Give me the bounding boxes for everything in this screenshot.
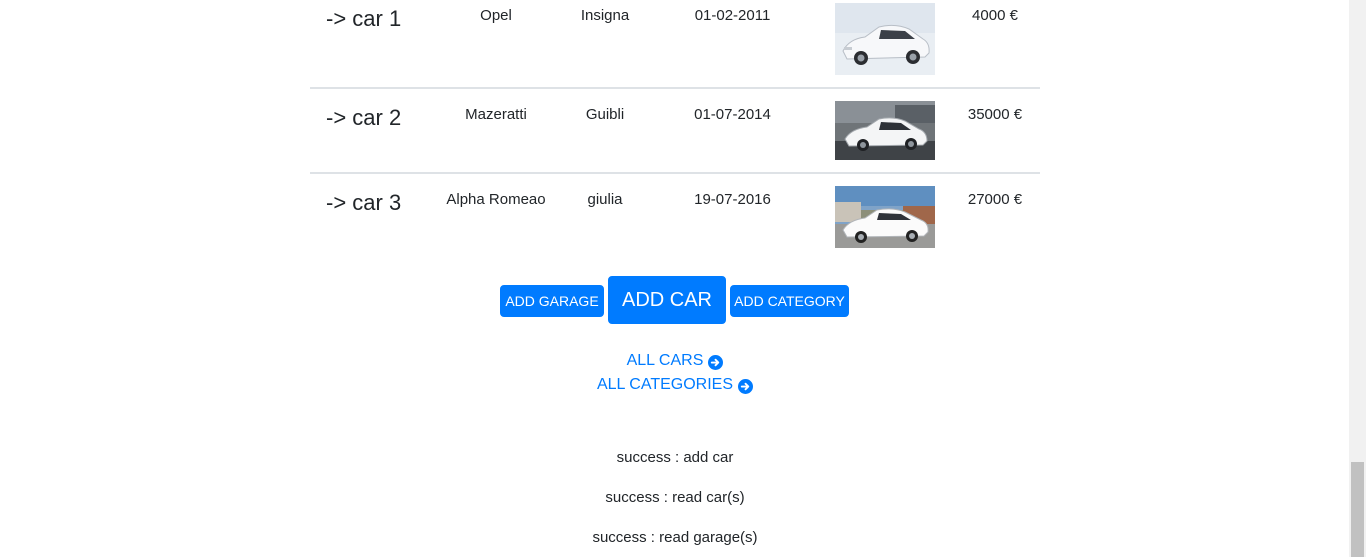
car-image	[835, 3, 935, 75]
table-row: -> car 2 Mazeratti Guibli 01-07-2014 350…	[310, 88, 1040, 174]
car-date: 01-07-2014	[694, 106, 771, 123]
arrow-circle-right-icon	[708, 354, 724, 370]
car-make: Opel	[480, 7, 512, 24]
car-date: 01-02-2011	[694, 7, 771, 24]
status-message: success : add car	[616, 449, 734, 466]
table-row: -> car 1 Opel Insigna 01-02-2011 4000 €	[310, 0, 1040, 89]
all-cars-link-row: ALL CARS	[0, 349, 1350, 373]
arrow-circle-right-icon	[738, 378, 754, 394]
table-row: -> car 3 Alpha Romeao giulia 19-07-2016 …	[310, 173, 1040, 257]
car-make: Mazeratti	[465, 106, 527, 123]
status-message: success : read garage(s)	[592, 529, 758, 546]
car-label: -> car 1	[326, 6, 402, 31]
status-message: success : read car(s)	[605, 489, 745, 506]
car-label: -> car 3	[326, 190, 402, 215]
car-price: 4000 €	[972, 7, 1018, 24]
car-image	[835, 101, 935, 160]
car-model: giulia	[587, 191, 623, 208]
add-category-button[interactable]: ADD CATEGORY	[730, 285, 849, 317]
car-date: 19-07-2016	[694, 191, 771, 208]
all-categories-link-label: ALL CATEGORIES	[596, 376, 734, 393]
car-image	[835, 186, 935, 248]
all-cars-link[interactable]: ALL CARS	[627, 349, 724, 373]
cars-table: -> car 1 Opel Insigna 01-02-2011 4000 € …	[310, 0, 1040, 257]
car-make: Alpha Romeao	[446, 191, 546, 208]
add-garage-button[interactable]: ADD GARAGE	[500, 285, 604, 317]
car-price: 35000 €	[967, 106, 1023, 123]
all-categories-link-row: ALL CATEGORIES	[0, 373, 1350, 397]
car-model: Guibli	[585, 106, 625, 123]
all-categories-link[interactable]: ALL CATEGORIES	[596, 373, 754, 397]
car-model: Insigna	[580, 7, 630, 24]
car-price: 27000 €	[967, 191, 1023, 208]
add-car-button[interactable]: ADD CAR	[608, 276, 726, 324]
car-label: -> car 2	[326, 105, 402, 130]
vertical-scrollbar[interactable]	[1349, 0, 1366, 557]
scrollbar-thumb[interactable]	[1351, 462, 1364, 557]
all-cars-link-label: ALL CARS	[626, 352, 704, 369]
